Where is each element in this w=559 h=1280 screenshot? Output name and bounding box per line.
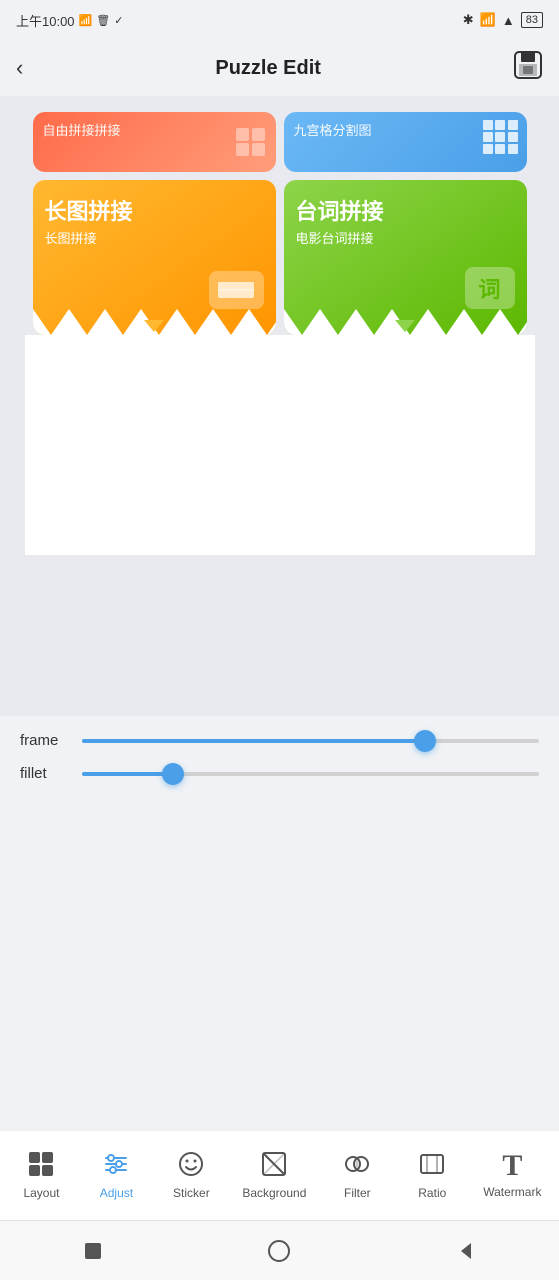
card-orange-icon: [209, 271, 264, 309]
white-canvas: [25, 335, 535, 555]
card-script-join[interactable]: 台词拼接 电影台词拼接 词: [284, 180, 527, 335]
nav-home-button[interactable]: [73, 1231, 113, 1271]
status-signal-icon: 📶: [79, 14, 93, 27]
second-row: 长图拼接 长图拼接: [25, 180, 535, 335]
background-icon: [260, 1150, 288, 1182]
sliders-area: frame fillet: [0, 716, 559, 806]
frame-label: frame: [20, 732, 70, 749]
cellular-icon: 📶: [480, 12, 496, 28]
card-green-word-icon: 词: [465, 267, 515, 309]
sticker-icon: [177, 1150, 205, 1182]
frame-slider-fill: [82, 739, 425, 743]
sticker-label: Sticker: [173, 1186, 210, 1200]
card-free-join[interactable]: 自由拼接拼接: [33, 112, 276, 172]
save-button[interactable]: [513, 50, 543, 87]
fillet-slider-thumb[interactable]: [162, 763, 184, 785]
status-right: ✱ 📶 ▲ 83: [463, 12, 543, 28]
toolbar-item-watermark[interactable]: T Waterm­ark: [475, 1145, 549, 1205]
status-left: 上午10:00 📶 🗑 ✓: [16, 11, 123, 30]
fillet-label: fillet: [20, 765, 70, 782]
header: ‹ Puzzle Edit: [0, 40, 559, 96]
card-grid-split[interactable]: 九宫格分割图: [284, 112, 527, 172]
status-bar: 上午10:00 📶 🗑 ✓ ✱ 📶 ▲ 83: [0, 0, 559, 40]
frame-slider[interactable]: [82, 739, 539, 743]
bottom-toolbar: Layout Adjust Sticker: [0, 1130, 559, 1220]
status-check-icon: ✓: [114, 14, 123, 27]
ratio-label: Ratio: [418, 1186, 446, 1200]
bluetooth-icon: ✱: [463, 12, 474, 28]
frame-slider-row: frame: [20, 732, 539, 749]
status-trash-icon: 🗑: [96, 14, 110, 27]
fillet-slider-row: fillet: [20, 765, 539, 782]
puzzle-container: 自由拼接拼接 九宫格分割图: [25, 104, 535, 555]
top-row: 自由拼接拼接 九宫格分割图: [25, 104, 535, 172]
toolbar-item-sticker[interactable]: Sticker: [159, 1144, 223, 1206]
battery-icon: 83: [521, 12, 543, 28]
filter-label: Filter: [344, 1186, 371, 1200]
orange-arrow: [144, 319, 164, 335]
fillet-slider-fill: [82, 772, 173, 776]
adjust-label: Adjust: [100, 1186, 133, 1200]
watermark-icon: T: [502, 1151, 522, 1181]
page-title: Puzzle Edit: [215, 57, 321, 80]
canvas-area: 自由拼接拼接 九宫格分割图: [0, 96, 559, 716]
wifi-icon: ▲: [502, 13, 515, 28]
card-green-sub: 电影台词拼接: [284, 228, 527, 247]
fillet-slider[interactable]: [82, 772, 539, 776]
toolbar-item-background[interactable]: Back­gro­und: [234, 1144, 314, 1206]
layout-icon: [27, 1150, 55, 1182]
toolbar-item-filter[interactable]: Filter: [325, 1144, 389, 1206]
adjust-icon: [102, 1150, 130, 1182]
nav-back-button[interactable]: [446, 1231, 486, 1271]
layout-label: Layout: [23, 1186, 59, 1200]
watermark-label: Waterm­ark: [483, 1185, 541, 1199]
card-green-main: 台词拼接: [284, 180, 527, 228]
toolbar-item-layout[interactable]: Layout: [9, 1144, 73, 1206]
card-orange-sub: 长图拼接: [33, 228, 276, 247]
status-time: 上午10:00: [16, 11, 75, 30]
nav-circle-button[interactable]: [259, 1231, 299, 1271]
ratio-icon: [418, 1150, 446, 1182]
background-label: Back­gro­und: [242, 1186, 306, 1200]
green-arrow: [395, 319, 415, 335]
nav-bar: [0, 1220, 559, 1280]
toolbar-item-ratio[interactable]: Ratio: [400, 1144, 464, 1206]
filter-icon: [343, 1150, 371, 1182]
toolbar-item-adjust[interactable]: Adjust: [84, 1144, 148, 1206]
frame-slider-thumb[interactable]: [414, 730, 436, 752]
card-orange-main: 长图拼接: [33, 180, 276, 228]
card-long-image[interactable]: 长图拼接 长图拼接: [33, 180, 276, 335]
back-button[interactable]: ‹: [16, 55, 23, 81]
